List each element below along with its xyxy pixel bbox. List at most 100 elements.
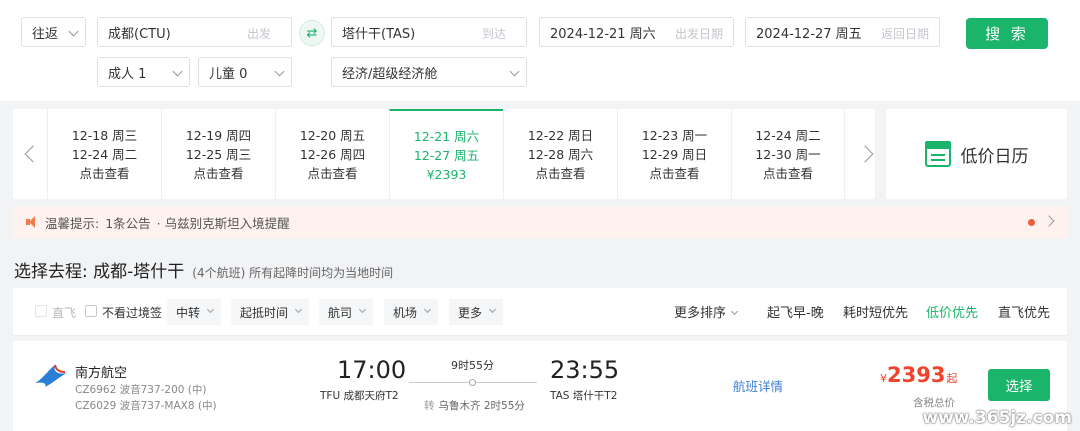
price-suffix: 起: [946, 372, 958, 385]
stopover-info: 转乌鲁木齐 2时55分: [424, 398, 525, 413]
cabin-select[interactable]: 经济/超级经济舱: [331, 57, 527, 87]
notice-prefix: 温馨提示:: [45, 215, 100, 231]
route-title: 选择去程: 成都-塔什干: [14, 262, 185, 282]
calendar-label: 低价日历: [960, 146, 1029, 167]
departure-hint: 出发: [246, 27, 271, 41]
china-southern-logo-icon: [35, 364, 67, 387]
search-button[interactable]: 搜 索: [966, 18, 1048, 49]
chevron-down-icon: [509, 66, 520, 77]
flight-duration: 9时55分: [451, 359, 494, 372]
date-option[interactable]: 12-24 周二 12-30 周一 点击查看: [731, 109, 845, 199]
search-panel: 往返 成都(CTU) 出发 ⇄ 塔什干(TAS) 到达 2024-12-21 周…: [0, 0, 1080, 101]
swap-icon[interactable]: ⇄: [299, 20, 325, 46]
sort-more[interactable]: 更多排序: [674, 302, 739, 321]
filter-time-label: 起抵时间: [240, 305, 289, 320]
price: ¥ 2393 起: [880, 363, 957, 387]
date-option[interactable]: 12-18 周三 12-24 周二 点击查看: [47, 109, 161, 199]
chevron-right-icon: [856, 145, 874, 163]
arrival-airport: TAS 塔什干T2: [550, 390, 618, 402]
date-strip: 12-18 周三 12-24 周二 点击查看 12-19 周四 12-25 周三…: [13, 109, 875, 199]
depart-date-hint: 出发日期: [674, 27, 723, 41]
price-currency: ¥: [880, 372, 887, 385]
date-out: 12-23 周一: [641, 127, 708, 143]
notice-bar[interactable]: 温馨提示: 1条公告 · 乌兹别克斯坦入境提醒: [13, 206, 1067, 238]
date-return: 12-27 周五: [413, 147, 480, 163]
sort-earliest[interactable]: 起飞早-晚: [767, 302, 824, 321]
filter-bar: 直飞 不看过境签 中转 起抵时间 航司 机场 更多 更多排序 起飞早-晚 耗时短…: [13, 288, 1067, 336]
return-date-value: 2024-12-27 周五: [756, 26, 862, 42]
notice-text: · 乌兹别克斯坦入境提醒: [156, 215, 290, 231]
date-out: 12-21 周六: [413, 128, 480, 144]
date-option[interactable]: 12-20 周五 12-26 周四 点击查看: [275, 109, 389, 199]
flight-number-2: CZ6029 波音737-MAX8 (中): [75, 400, 217, 412]
date-price: 点击查看: [307, 165, 358, 181]
sort-more-label: 更多排序: [674, 306, 727, 321]
route-line: [409, 379, 537, 386]
return-date-input[interactable]: 2024-12-27 周五 返回日期: [745, 17, 940, 47]
no-transit-visa-checkbox[interactable]: [85, 305, 97, 317]
arrival-time: 23:55: [550, 356, 620, 384]
date-return: 12-29 周日: [641, 146, 708, 162]
date-next-button[interactable]: [851, 109, 885, 199]
date-return: 12-30 周一: [755, 146, 821, 162]
date-option-selected[interactable]: 12-21 周六 12-27 周五 ¥2393: [389, 109, 503, 199]
date-price: 点击查看: [535, 165, 586, 181]
children-value: 儿童 0: [209, 66, 248, 82]
filter-more[interactable]: 更多: [449, 299, 503, 325]
filter-transfer[interactable]: 中转: [167, 299, 221, 325]
trip-type-select[interactable]: 往返: [21, 17, 86, 47]
sort-lowest-price[interactable]: 低价优先: [926, 302, 978, 321]
children-select[interactable]: 儿童 0: [198, 57, 292, 87]
chevron-down-icon: [488, 305, 497, 314]
departure-city-value: 成都(CTU): [108, 26, 171, 42]
sort-direct-first[interactable]: 直飞优先: [998, 302, 1050, 321]
filter-airport[interactable]: 机场: [384, 299, 438, 325]
date-out: 12-19 周四: [185, 127, 252, 143]
arrival-city-input[interactable]: 塔什干(TAS) 到达: [331, 17, 527, 47]
date-price: 点击查看: [79, 165, 130, 181]
stop-text: 乌鲁木齐 2时55分: [438, 400, 525, 412]
chevron-right-icon[interactable]: [1043, 215, 1055, 227]
return-date-hint: 返回日期: [880, 27, 929, 41]
notice-count: 1条公告: [105, 215, 151, 231]
chevron-down-icon: [274, 66, 285, 77]
chevron-down-icon: [206, 305, 215, 314]
date-option[interactable]: 12-22 周日 12-28 周六 点击查看: [503, 109, 617, 199]
direct-label: 直飞: [52, 306, 77, 320]
adults-select[interactable]: 成人 1: [97, 57, 190, 87]
trip-type-value: 往返: [32, 26, 59, 42]
filter-airline[interactable]: 航司: [319, 299, 373, 325]
date-return: 12-25 周三: [185, 146, 252, 162]
date-price: 点击查看: [193, 165, 244, 181]
adults-value: 成人 1: [108, 66, 147, 82]
cabin-value: 经济/超级经济舱: [342, 66, 438, 82]
departure-time: 17:00: [337, 356, 407, 384]
filter-airline-label: 航司: [328, 305, 353, 320]
depart-date-input[interactable]: 2024-12-21 周六 出发日期: [539, 17, 734, 47]
date-prev-button[interactable]: [13, 109, 47, 199]
date-option[interactable]: 12-23 周一 12-29 周日 点击查看: [617, 109, 731, 199]
price-value: 2393: [887, 363, 946, 387]
flight-detail-link[interactable]: 航班详情: [733, 376, 783, 395]
depart-date-value: 2024-12-21 周六: [550, 26, 656, 42]
direct-checkbox: [35, 305, 47, 317]
calendar-icon: [924, 141, 951, 167]
departure-city-input[interactable]: 成都(CTU) 出发: [97, 17, 292, 47]
route-heading: 选择去程: 成都-塔什干 (4个航班) 所有起降时间均为当地时间: [14, 257, 393, 282]
sort-shortest[interactable]: 耗时短优先: [843, 302, 908, 321]
stop-tag: 转: [424, 400, 435, 412]
filter-time[interactable]: 起抵时间: [231, 299, 309, 325]
no-transit-visa-label[interactable]: 不看过境签: [102, 304, 162, 321]
arrival-city-value: 塔什干(TAS): [342, 26, 416, 42]
unread-dot-icon: [1028, 219, 1035, 226]
date-out: 12-18 周三: [71, 127, 138, 143]
low-price-calendar-button[interactable]: 低价日历: [886, 109, 1067, 199]
date-price: 点击查看: [762, 165, 813, 181]
date-price: ¥2393: [426, 166, 467, 182]
select-flight-button[interactable]: 选择: [988, 369, 1050, 401]
route-subtitle: (4个航班) 所有起降时间均为当地时间: [192, 266, 394, 280]
arrival-hint: 到达: [481, 27, 506, 41]
date-option[interactable]: 12-19 周四 12-25 周三 点击查看: [161, 109, 275, 199]
flight-row: 南方航空 CZ6962 波音737-200 (中) CZ6029 波音737-M…: [13, 341, 1067, 431]
chevron-down-icon: [172, 66, 183, 77]
